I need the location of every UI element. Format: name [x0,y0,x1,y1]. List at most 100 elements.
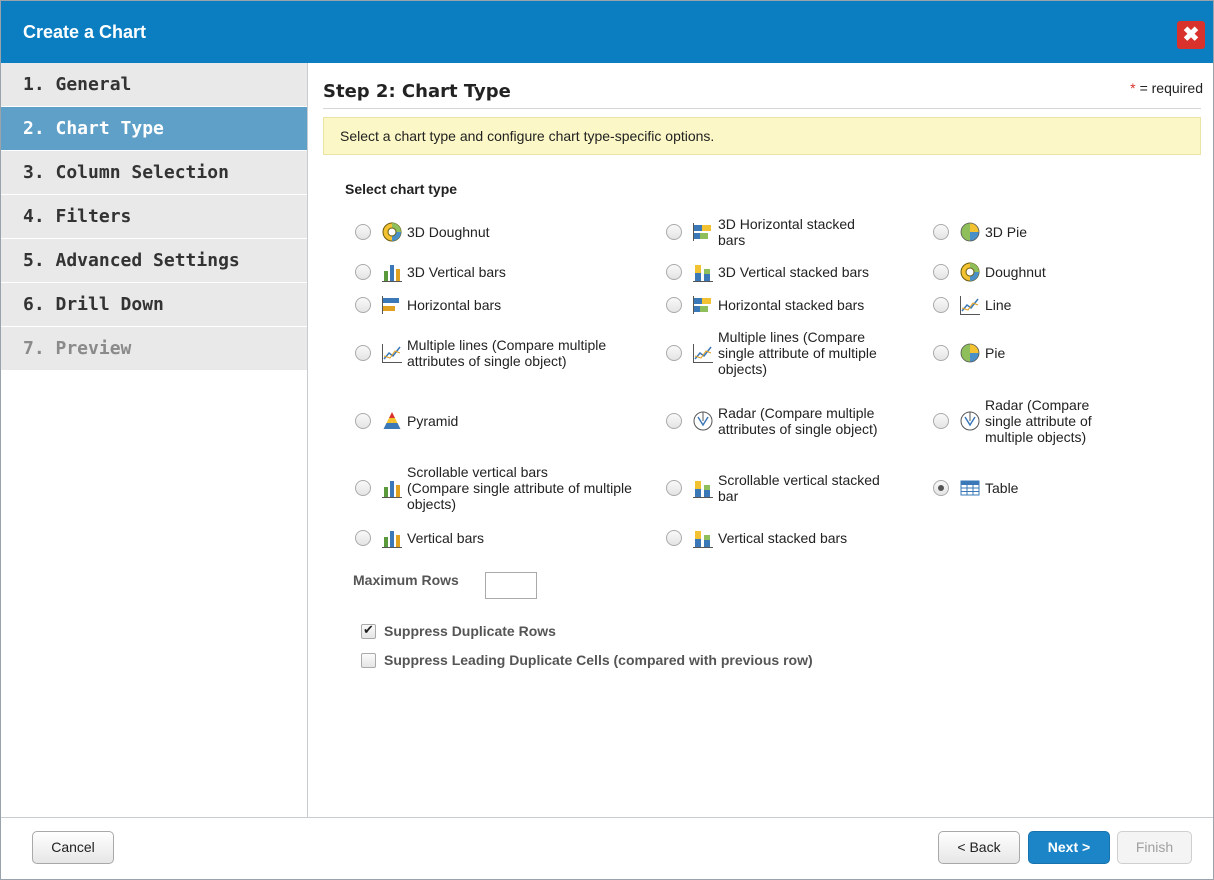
step-filters[interactable]: 4. Filters [1,195,307,239]
doughnut-icon [959,261,981,283]
horizontal-stacked-bars-icon [692,294,714,316]
chart-type-radio[interactable] [666,530,682,546]
max-rows-label: Maximum Rows [353,572,459,588]
radar-icon [959,410,981,432]
chart-type-radio[interactable] [355,297,371,313]
chart-type-label: 3D Horizontal stacked bars [718,216,855,248]
chart-type-label-line: attributes of single object) [407,353,567,369]
chart-type-label: 3D Vertical bars [407,264,506,280]
chart-type-radio[interactable] [933,224,949,240]
vertical-stacked-bars-icon [692,527,714,549]
chart-type-label-line: multiple objects) [985,429,1087,445]
chart-type-option[interactable]: 3D Pie [933,212,1027,252]
chart-type-radio[interactable] [355,345,371,361]
suppress-leading-cells-checkbox[interactable] [361,652,376,668]
doughnut-icon [381,221,403,243]
chart-type-radio[interactable] [666,224,682,240]
chart-type-label-line: attributes of single object) [718,421,878,437]
finish-button: Finish [1117,831,1192,864]
chart-type-label-line: Radar (Compare [985,397,1090,413]
chart-type-radio[interactable] [933,480,949,496]
chart-type-option[interactable]: Table [933,468,1018,508]
chart-type-option[interactable]: Scrollable vertical stacked bar [666,468,880,508]
chart-type-label: Pyramid [407,413,458,429]
chart-type-radio[interactable] [666,413,682,429]
chart-type-option[interactable]: Pyramid [355,401,458,441]
chart-type-option[interactable]: Pie [933,333,1005,373]
chart-type-option[interactable]: 3D Horizontal stacked bars [666,212,855,252]
next-button[interactable]: Next > [1028,831,1110,864]
chart-type-label: Pie [985,345,1005,361]
step-advanced-settings[interactable]: 5. Advanced Settings [1,239,307,283]
chart-type-radio[interactable] [355,224,371,240]
chart-type-radio[interactable] [666,297,682,313]
chart-type-label: Table [985,480,1018,496]
close-button[interactable]: ✖ [1177,21,1205,49]
chart-type-radio[interactable] [355,480,371,496]
chart-type-option[interactable]: Vertical stacked bars [666,518,847,558]
chart-type-label: Vertical bars [407,530,484,546]
chart-type-label-line: Horizontal bars [407,297,502,313]
chart-type-radio[interactable] [933,264,949,280]
chart-type-label: Vertical stacked bars [718,530,847,546]
chart-type-label: Doughnut [985,264,1046,280]
step-general[interactable]: 1. General [1,63,307,107]
select-chart-type-label: Select chart type [345,181,458,197]
chart-type-radio[interactable] [355,264,371,280]
chart-type-option[interactable]: Multiple lines (Compare multiple attribut… [355,333,606,373]
chart-type-radio[interactable] [355,413,371,429]
chart-type-radio[interactable] [355,530,371,546]
info-banner: Select a chart type and configure chart … [323,117,1201,155]
chart-type-radio[interactable] [666,264,682,280]
step-chart-type[interactable]: 2. Chart Type [1,107,307,151]
dialog-footer: Cancel < Back Next > Finish [1,817,1213,879]
suppress-leading-cells-option[interactable]: Suppress Leading Duplicate Cells (compar… [361,652,813,668]
suppress-duplicate-rows-label: Suppress Duplicate Rows [384,623,556,639]
required-legend: * = required [1130,80,1203,96]
table-icon [959,477,981,499]
chart-type-option[interactable]: Line [933,285,1011,325]
back-button[interactable]: < Back [938,831,1020,864]
chart-type-label-line: 3D Horizontal stacked [718,216,855,232]
chart-type-option[interactable]: Radar (Compare single attribute of multipl… [933,397,1092,445]
chart-type-label-line: Radar (Compare multiple [718,405,875,421]
chart-type-radio[interactable] [933,413,949,429]
chart-type-option[interactable]: Horizontal bars [355,285,501,325]
cancel-button[interactable]: Cancel [32,831,114,864]
chart-type-option[interactable]: Horizontal stacked bars [666,285,864,325]
chart-type-option[interactable]: Radar (Compare multiple attributes of sin… [666,401,878,441]
step-column-selection[interactable]: 3. Column Selection [1,151,307,195]
suppress-duplicate-rows-checkbox[interactable] [361,622,376,639]
required-star: * [1130,80,1136,96]
chart-type-label-line: 3D Vertical stacked bars [718,264,869,280]
max-rows-input[interactable] [485,572,537,599]
vertical-bars-icon [381,261,403,283]
chart-type-label: Multiple lines (Compare single attribute … [718,329,877,377]
chart-type-label-line: Horizontal stacked bars [718,297,865,313]
chart-type-label: Radar (Compare single attribute of multipl… [985,397,1092,445]
chart-type-label-line: Doughnut [985,264,1046,280]
suppress-duplicate-rows-option[interactable]: Suppress Duplicate Rows [361,622,556,639]
radar-icon [692,410,714,432]
chart-type-option[interactable]: Vertical bars [355,518,484,558]
chart-type-label-line: Scrollable vertical stacked [718,472,880,488]
chart-type-option[interactable]: Multiple lines (Compare single attribute … [666,329,877,377]
pie-icon [959,342,981,364]
chart-type-radio[interactable] [666,345,682,361]
chart-type-radio[interactable] [933,345,949,361]
main-panel: Step 2: Chart Type * = required Select a … [309,63,1213,817]
chart-type-label: Horizontal bars [407,297,501,313]
chart-type-option[interactable]: Scrollable vertical bars (Compare single … [355,464,632,512]
chart-type-label-line: Vertical stacked bars [718,530,848,546]
step-title: Step 2: Chart Type [323,81,511,102]
chart-type-radio[interactable] [666,480,682,496]
chart-type-label: Line [985,297,1011,313]
chart-type-option[interactable]: 3D Doughnut [355,212,490,252]
chart-type-label-line: Table [985,480,1019,496]
chart-type-radio[interactable] [933,297,949,313]
chart-type-label-line: single attribute of multiple [718,345,877,361]
wizard-steps-sidebar: 1. General 2. Chart Type 3. Column Selec… [1,63,308,817]
step-drill-down[interactable]: 6. Drill Down [1,283,307,327]
vertical-bars-icon [381,527,403,549]
chart-type-label-line: 3D Doughnut [407,224,490,240]
